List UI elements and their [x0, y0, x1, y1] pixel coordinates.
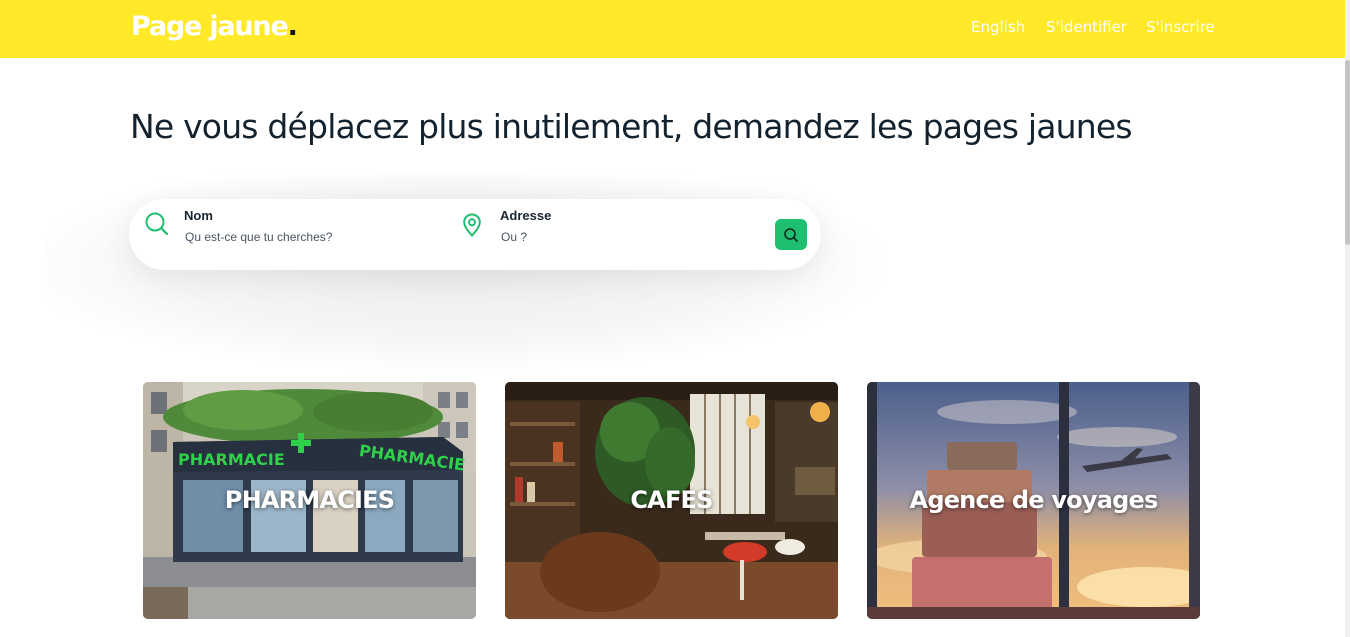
- address-search-input[interactable]: [501, 227, 731, 247]
- name-field-label: Nom: [184, 208, 213, 223]
- search-bar: Nom Adresse: [129, 199, 821, 270]
- search-icon: [144, 211, 170, 237]
- search-button-icon: [783, 227, 799, 243]
- logo-dot: .: [287, 11, 298, 42]
- logo-text: Page jaune: [131, 11, 289, 42]
- category-title-pharmacies: PHARMACIES: [224, 486, 395, 514]
- page-title: Ne vous déplacez plus inutilement, deman…: [130, 107, 1133, 146]
- pharmacy-sign-left: PHARMACIE: [178, 450, 285, 469]
- address-field-label: Adresse: [500, 208, 552, 223]
- category-card-travel-agency[interactable]: Agence de voyages: [867, 382, 1200, 619]
- nav-signup-link[interactable]: S'inscrire: [1146, 18, 1215, 36]
- search-submit-button[interactable]: [775, 219, 807, 250]
- header-bar: Page jaune. English S'identifier S'inscr…: [0, 0, 1345, 58]
- nav-english-link[interactable]: English: [971, 18, 1025, 36]
- page-scrollbar[interactable]: [1345, 0, 1350, 637]
- name-search-input[interactable]: [185, 227, 415, 247]
- category-card-pharmacies[interactable]: PHARMACIE PHARMACIE PHARMACIES: [143, 382, 476, 619]
- location-pin-icon: [459, 212, 485, 238]
- nav-login-link[interactable]: S'identifier: [1046, 18, 1127, 36]
- scrollbar-thumb[interactable]: [1345, 60, 1350, 245]
- logo[interactable]: Page jaune.: [131, 11, 298, 42]
- category-card-cafes[interactable]: CAFES: [505, 382, 838, 619]
- category-title-cafes: CAFES: [630, 486, 713, 514]
- category-title-travel-agency: Agence de voyages: [909, 486, 1159, 514]
